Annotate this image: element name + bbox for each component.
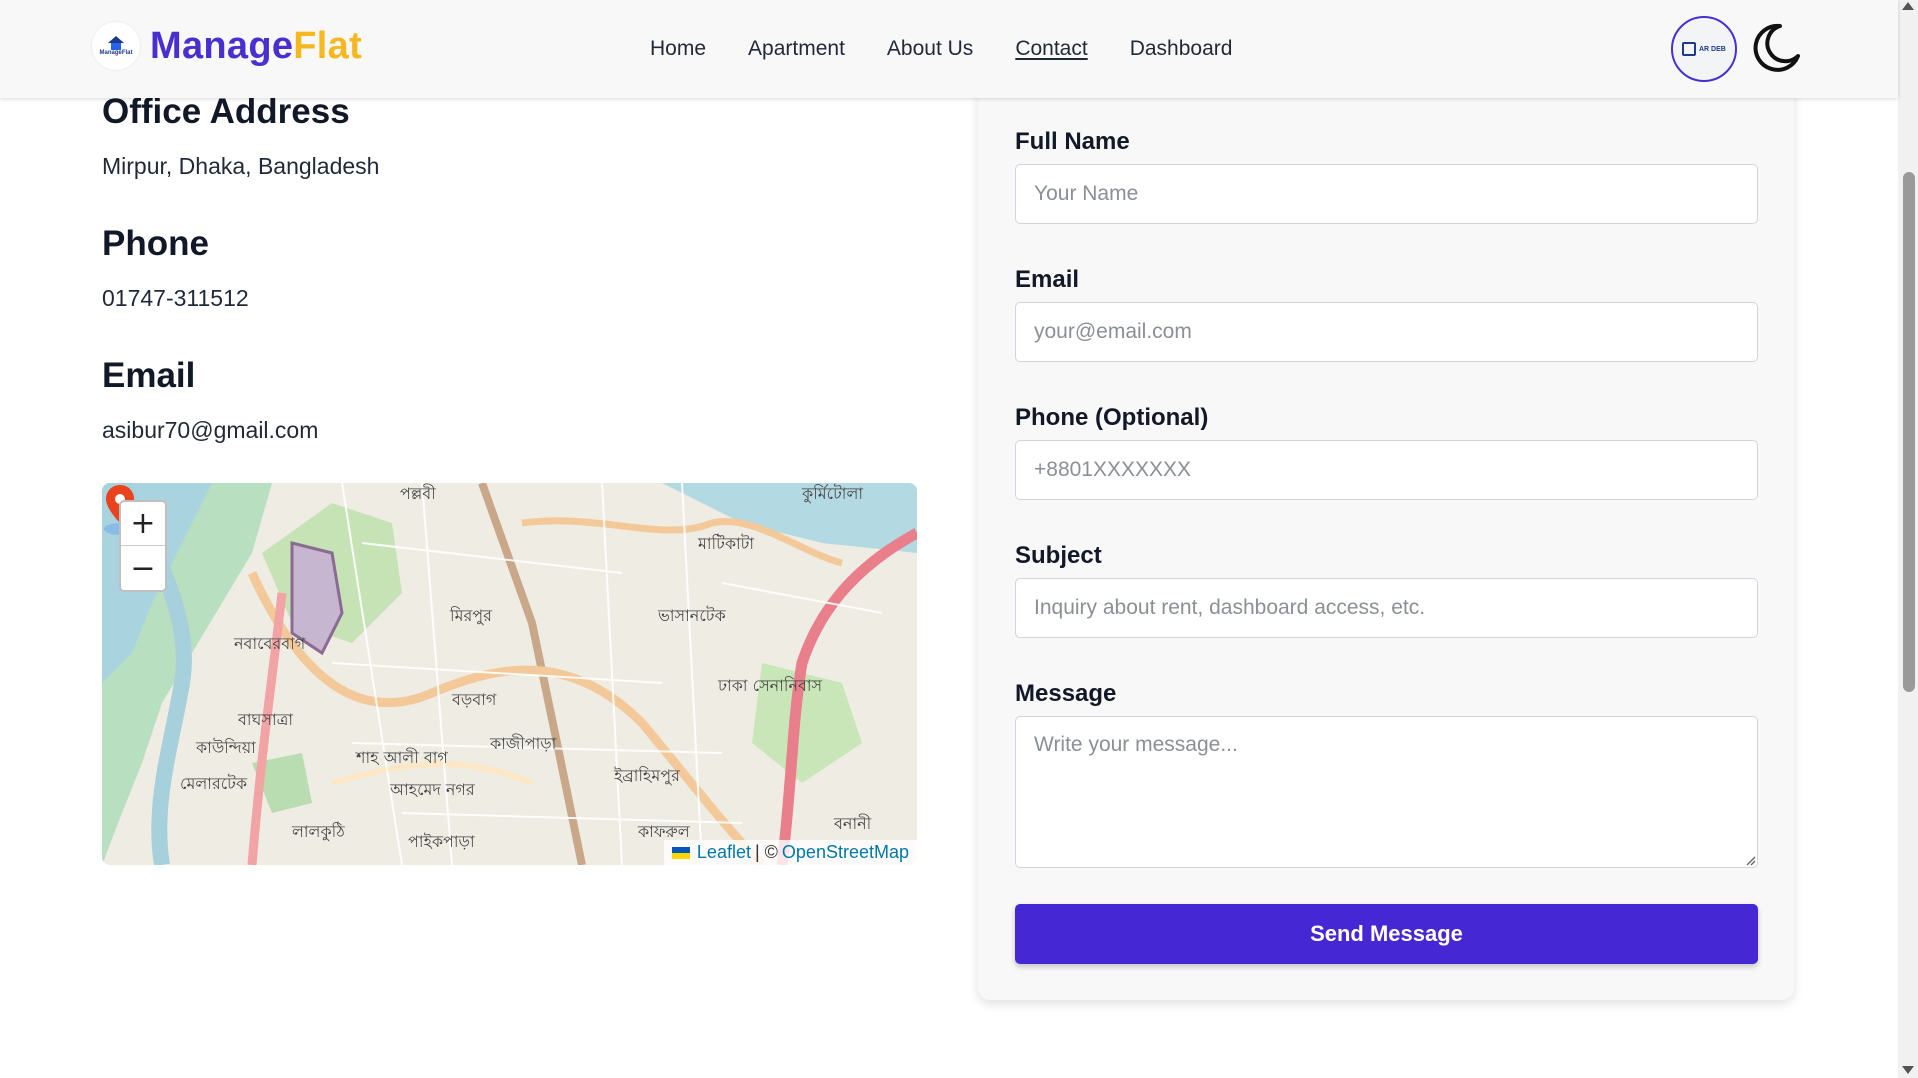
zoom-out-button[interactable]: − <box>121 546 165 590</box>
map-label: কাফরুল <box>637 822 691 841</box>
brand[interactable]: ManageFlat ManageFlat <box>92 22 362 70</box>
map-label: বনানী <box>833 814 872 833</box>
ukraine-flag-icon <box>671 846 690 859</box>
brand-name-part1: Manage <box>150 24 294 67</box>
map-label: শাহ আলী বাগ <box>355 748 448 767</box>
nav-apartment[interactable]: Apartment <box>748 37 845 61</box>
office-address-title: Office Address <box>102 92 350 131</box>
map-label: আহমেদ নগর <box>389 780 476 799</box>
zoom-in-button[interactable]: + <box>121 502 165 546</box>
main-nav: Home Apartment About Us Contact Dashboar… <box>650 37 1274 61</box>
nav-contact[interactable]: Contact <box>1015 37 1087 61</box>
attribution-separator: | © <box>754 842 778 862</box>
openstreetmap-link[interactable]: OpenStreetMap <box>782 842 909 863</box>
map-attribution: Leaflet | © OpenStreetMap <box>663 840 917 865</box>
nav-dashboard[interactable]: Dashboard <box>1130 37 1233 61</box>
email-value: asibur70@gmail.com <box>102 417 319 443</box>
map-label: মিরপুর <box>449 606 493 625</box>
scroll-thumb[interactable] <box>1903 172 1915 692</box>
email-title: Email <box>102 356 196 395</box>
phone-label: Phone (Optional) <box>1015 404 1209 431</box>
email-input[interactable] <box>1015 302 1758 362</box>
location-map[interactable]: পল্লবী কুর্মিটোলা মাটিকাটা মিরপুর ভাসানট… <box>102 483 917 865</box>
subject-label: Subject <box>1015 542 1102 569</box>
full-name-label: Full Name <box>1015 128 1130 155</box>
brand-logo-text: ManageFlat <box>99 49 133 56</box>
brand-name: ManageFlat <box>150 25 362 68</box>
page-scrollbar[interactable] <box>1898 0 1918 1078</box>
resize-grip-icon[interactable] <box>1744 854 1756 866</box>
brand-name-part2: Flat <box>293 24 363 67</box>
user-avatar[interactable]: AR DEB <box>1671 16 1737 82</box>
map-tiles: পল্লবী কুর্মিটোলা মাটিকাটা মিরপুর ভাসানট… <box>102 483 917 865</box>
office-address-value: Mirpur, Dhaka, Bangladesh <box>102 153 380 179</box>
email-label: Email <box>1015 266 1080 293</box>
map-label: ভাসানটেক <box>657 606 726 625</box>
phone-value: 01747-311512 <box>102 285 249 311</box>
map-label: কাজীপাড়া <box>489 734 557 753</box>
map-label: বড়বাগ <box>451 690 497 709</box>
phone-title: Phone <box>102 224 209 263</box>
map-label: মেলারটেক <box>180 774 248 793</box>
scroll-up-arrow-icon[interactable] <box>1902 2 1914 10</box>
map-label: মাটিকাটা <box>697 534 754 553</box>
map-label: নবাবেরবাগ <box>233 634 306 653</box>
scroll-down-arrow-icon[interactable] <box>1902 1066 1914 1074</box>
nav-about-us[interactable]: About Us <box>887 37 973 61</box>
subject-input[interactable] <box>1015 578 1758 638</box>
house-icon <box>107 35 125 50</box>
message-textarea[interactable] <box>1015 716 1758 868</box>
map-label: পাইকপাড়া <box>408 832 475 851</box>
map-label: কুর্মিটোলা <box>801 484 863 503</box>
map-label: বাঘসাত্রা <box>237 710 293 729</box>
brand-logo: ManageFlat <box>92 22 140 70</box>
send-message-button[interactable]: Send Message <box>1015 904 1758 964</box>
avatar-text: AR DEB <box>1699 45 1726 53</box>
moon-icon[interactable] <box>1750 22 1802 74</box>
map-label: ইব্রাহিমপুর <box>613 766 681 785</box>
map-label: ঢাকা সেনানিবাস <box>717 676 823 695</box>
message-label: Message <box>1015 680 1117 707</box>
zoom-control: + − <box>119 500 167 592</box>
nav-home[interactable]: Home <box>650 37 706 61</box>
map-label: পল্লবী <box>400 484 436 503</box>
avatar-logo: AR DEB <box>1682 39 1726 59</box>
navbar: ManageFlat ManageFlat Home Apartment Abo… <box>0 0 1898 98</box>
map-label: লালকুঠি <box>291 822 345 841</box>
full-name-input[interactable] <box>1015 164 1758 224</box>
map-label: কাউন্দিয়া <box>195 738 256 757</box>
phone-input[interactable] <box>1015 440 1758 500</box>
leaflet-link[interactable]: Leaflet <box>697 842 751 863</box>
monitor-icon <box>1682 42 1696 56</box>
